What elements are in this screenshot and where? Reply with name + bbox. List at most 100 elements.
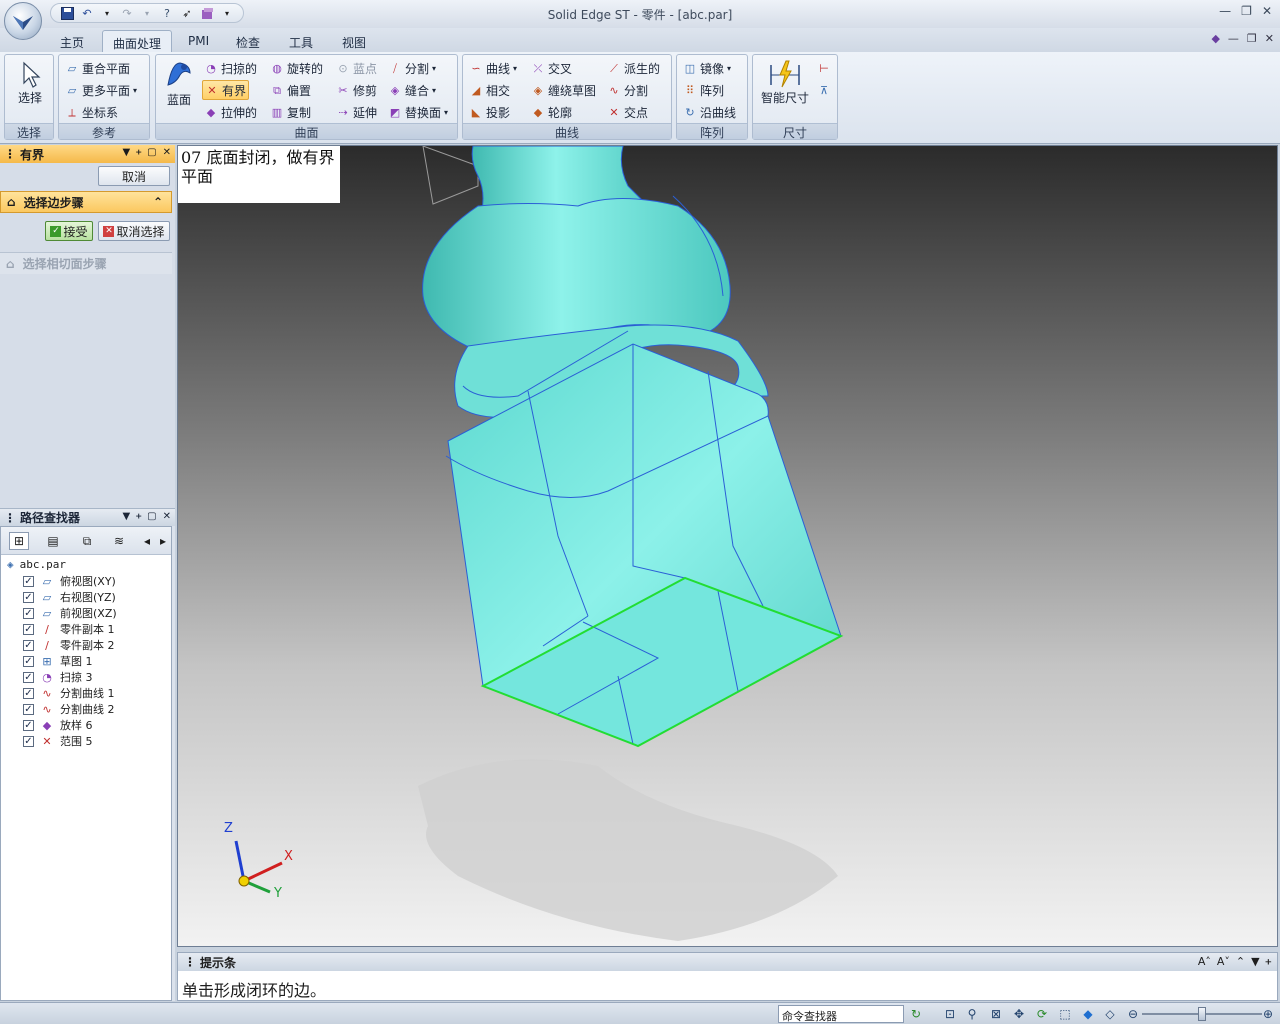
visibility-checkbox[interactable]: ✓ bbox=[23, 735, 34, 747]
decrease-font-icon[interactable]: A˅ bbox=[1217, 955, 1230, 968]
minimize-icon[interactable]: — bbox=[1219, 4, 1231, 18]
visibility-checkbox[interactable]: ✓ bbox=[23, 655, 34, 667]
wireframe-view-icon[interactable]: ◇ bbox=[1102, 1006, 1118, 1022]
visibility-checkbox[interactable]: ✓ bbox=[23, 575, 34, 587]
zoom-out-icon[interactable]: ⊖ bbox=[1125, 1006, 1141, 1022]
visibility-checkbox[interactable]: ✓ bbox=[23, 671, 34, 683]
offset-button[interactable]: ⧉ 偏置 bbox=[268, 80, 313, 100]
zoom-slider-thumb[interactable] bbox=[1198, 1007, 1206, 1021]
pin-icon[interactable]: ᚐ bbox=[136, 147, 141, 158]
panel-close-icon[interactable]: ✕ bbox=[163, 147, 171, 158]
revolved-button[interactable]: ◍ 旋转的 bbox=[268, 58, 325, 78]
pin-icon[interactable]: ᚐ bbox=[1266, 955, 1271, 968]
collapse-icon[interactable]: ⌃ bbox=[1236, 955, 1245, 968]
select-tangent-face-step[interactable]: ⌂ 选择相切面步骤 bbox=[0, 252, 172, 274]
tree-item[interactable]: ✓ ⊞ 草图 1 bbox=[23, 653, 93, 669]
bluesurf-button[interactable]: 蓝面 bbox=[160, 59, 198, 108]
view-orient-icon[interactable]: ⬚ bbox=[1057, 1006, 1073, 1022]
tree-item[interactable]: ✓ ◆ 放样 6 bbox=[23, 717, 93, 733]
visibility-checkbox[interactable]: ✓ bbox=[23, 719, 34, 731]
cancel-button[interactable]: 取消 bbox=[98, 166, 170, 186]
doc-restore-icon[interactable]: ❐ bbox=[1247, 32, 1257, 45]
close-icon[interactable]: ✕ bbox=[1262, 4, 1272, 18]
tab-inspect[interactable]: 检查 bbox=[226, 30, 270, 52]
tree-item[interactable]: ✓ ∕ 零件副本 2 bbox=[23, 637, 115, 653]
curve-button[interactable]: ∽ 曲线 ▾ bbox=[467, 58, 519, 78]
split-button[interactable]: ⧸ 分割 ▾ bbox=[386, 58, 438, 78]
tree-item[interactable]: ✓ ∿ 分割曲线 1 bbox=[23, 685, 115, 701]
pin-icon[interactable]: ᚐ bbox=[136, 511, 141, 522]
doc-minimize-icon[interactable]: — bbox=[1228, 32, 1239, 45]
fit-icon[interactable]: ⊠ bbox=[988, 1006, 1004, 1022]
tab-surfacing[interactable]: 曲面处理 bbox=[102, 30, 173, 52]
visibility-checkbox[interactable]: ✓ bbox=[23, 639, 34, 651]
coordinate-system-button[interactable]: ⟂ 坐标系 bbox=[63, 102, 120, 122]
split-curve-button[interactable]: ∿ 分割 bbox=[605, 80, 650, 100]
tab-pmi[interactable]: PMI bbox=[178, 30, 219, 52]
swept-button[interactable]: ◔ 扫掠的 bbox=[202, 58, 259, 78]
tree-item[interactable]: ✓ ▱ 俯视图(XY) bbox=[23, 573, 116, 589]
zoom-area-icon[interactable]: ⊡ bbox=[942, 1006, 958, 1022]
coincident-plane-button[interactable]: ▱ 重合平面 bbox=[63, 58, 132, 78]
visibility-checkbox[interactable]: ✓ bbox=[23, 623, 34, 635]
tree-item[interactable]: ✓ ▱ 右视图(YZ) bbox=[23, 589, 116, 605]
extend-button[interactable]: ⇢ 延伸 bbox=[334, 102, 379, 122]
visibility-checkbox[interactable]: ✓ bbox=[23, 607, 34, 619]
smart-dimension-button[interactable]: 智能尺寸 bbox=[757, 59, 813, 106]
graphics-viewport[interactable]: Z X Y 07 底面封闭，做有界平面 bbox=[177, 145, 1278, 947]
scroll-right-icon[interactable]: ▸ bbox=[157, 532, 169, 550]
panel-menu-icon[interactable]: ▼ bbox=[123, 511, 131, 522]
restore-icon[interactable]: ❐ bbox=[1241, 4, 1252, 18]
shaded-view-icon[interactable]: ◆ bbox=[1080, 1006, 1096, 1022]
doc-close-icon[interactable]: ✕ bbox=[1265, 32, 1274, 45]
zoom-in-icon[interactable]: ⊕ bbox=[1260, 1006, 1276, 1022]
tree-item[interactable]: ✓ ▱ 前视图(XZ) bbox=[23, 605, 117, 621]
trim-button[interactable]: ✂ 修剪 bbox=[334, 80, 379, 100]
tree-item[interactable]: ✓ ∕ 零件副本 1 bbox=[23, 621, 115, 637]
dimension-tool-2[interactable]: ⊼ bbox=[815, 80, 833, 100]
derived-button[interactable]: ⟋ 派生的 bbox=[605, 58, 662, 78]
bluedot-button[interactable]: ⊙ 蓝点 bbox=[334, 58, 379, 78]
collapse-icon[interactable]: ⌃ bbox=[153, 195, 163, 209]
stitch-button[interactable]: ◈ 缝合 ▾ bbox=[386, 80, 438, 100]
visibility-checkbox[interactable]: ✓ bbox=[23, 687, 34, 699]
tree-root[interactable]: ◈ abc.par bbox=[7, 557, 66, 571]
scroll-left-icon[interactable]: ◂ bbox=[141, 532, 153, 550]
tab-home[interactable]: 主页 bbox=[50, 30, 94, 52]
tree-item[interactable]: ✓ ◔ 扫掠 3 bbox=[23, 669, 93, 685]
more-planes-button[interactable]: ▱ 更多平面 ▾ bbox=[63, 80, 139, 100]
float-icon[interactable]: ▢ bbox=[147, 147, 156, 158]
application-button[interactable] bbox=[4, 2, 42, 40]
panel-menu-icon[interactable]: ▼ bbox=[123, 147, 131, 158]
help-book-icon[interactable]: ◆ bbox=[1211, 32, 1219, 45]
deselect-button[interactable]: ✕ 取消选择 bbox=[98, 221, 170, 241]
mirror-button[interactable]: ◫ 镜像 ▾ bbox=[681, 58, 733, 78]
tab-view[interactable]: 视图 bbox=[332, 30, 376, 52]
tree-view-icon[interactable]: ⊞ bbox=[9, 532, 29, 550]
wrap-sketch-button[interactable]: ◈ 缠绕草图 bbox=[529, 80, 598, 100]
along-curve-button[interactable]: ↻ 沿曲线 bbox=[681, 102, 738, 122]
pattern-button[interactable]: ⠿ 阵列 bbox=[681, 80, 726, 100]
command-finder-input[interactable]: 命令查找器 bbox=[778, 1005, 904, 1023]
contour-button[interactable]: ◆ 轮廓 bbox=[529, 102, 574, 122]
visibility-checkbox[interactable]: ✓ bbox=[23, 703, 34, 715]
replace-face-button[interactable]: ◩ 替换面 ▾ bbox=[386, 102, 450, 122]
features-icon[interactable]: ▤ bbox=[43, 532, 63, 550]
panel-close-icon[interactable]: ✕ bbox=[163, 511, 171, 522]
select-button[interactable]: 选择 bbox=[11, 61, 49, 106]
extruded-button[interactable]: ◆ 拉伸的 bbox=[202, 102, 259, 122]
float-icon[interactable]: ▢ bbox=[147, 511, 156, 522]
intersection-point-button[interactable]: ✕ 交点 bbox=[605, 102, 650, 122]
tree-item[interactable]: ✓ ∿ 分割曲线 2 bbox=[23, 701, 115, 717]
increase-font-icon[interactable]: A˄ bbox=[1198, 955, 1211, 968]
layers-icon[interactable]: ≋ bbox=[109, 532, 129, 550]
copy-button[interactable]: ▥ 复制 bbox=[268, 102, 313, 122]
dimension-tool-1[interactable]: ⊢ bbox=[815, 58, 833, 78]
tab-tools[interactable]: 工具 bbox=[279, 30, 323, 52]
project-button[interactable]: ◣ 投影 bbox=[467, 102, 512, 122]
panel-menu-icon[interactable]: ▼ bbox=[1251, 955, 1259, 968]
tree-item[interactable]: ✓ ✕ 范围 5 bbox=[23, 733, 93, 749]
select-edge-step[interactable]: ⌂ 选择边步骤 ⌃ bbox=[0, 191, 172, 213]
visibility-checkbox[interactable]: ✓ bbox=[23, 591, 34, 603]
zoom-icon[interactable]: ⚲ bbox=[964, 1006, 980, 1022]
